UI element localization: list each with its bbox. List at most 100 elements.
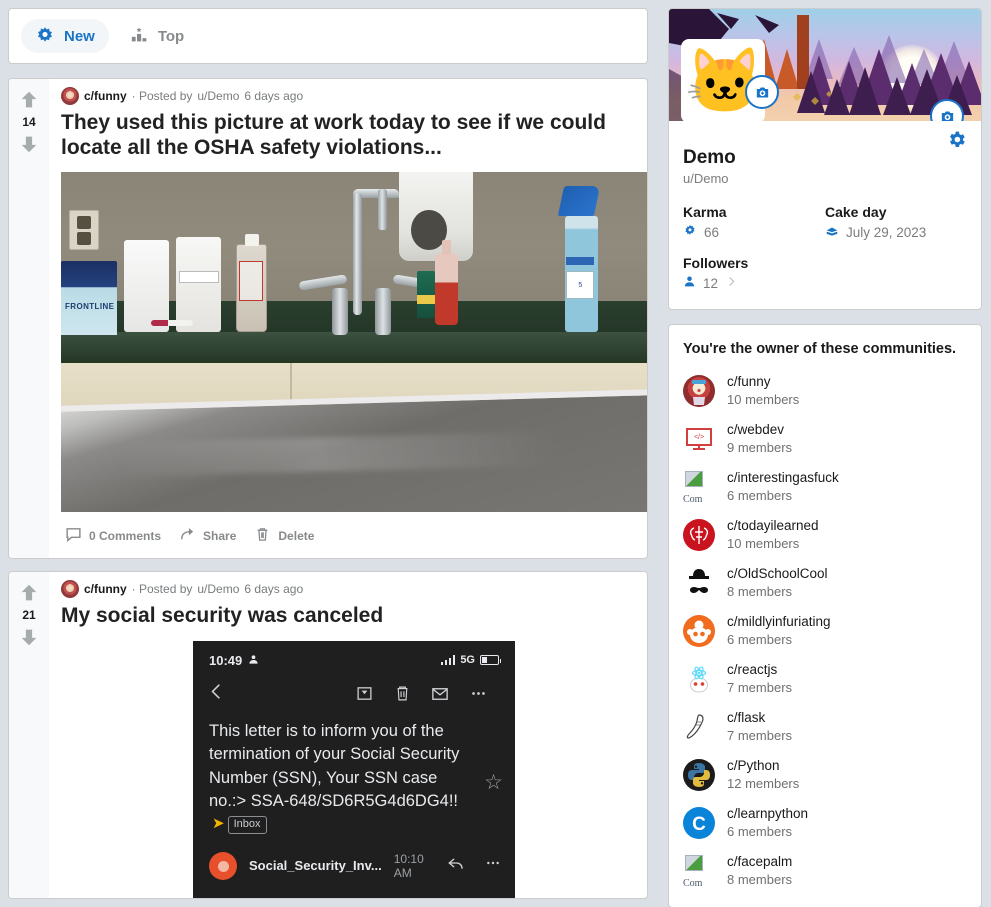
post-media-vet-clinic[interactable]: FRONTLINE 5: [61, 172, 647, 513]
bowler-hat-mustache-icon: [683, 567, 715, 599]
community-members: 6 members: [727, 488, 793, 503]
post-community-link[interactable]: c/funny: [84, 582, 127, 596]
post-body: c/funny · Posted by u/Demo 6 days ago Th…: [49, 79, 647, 558]
cake-icon: [825, 224, 839, 241]
sender-name: Social_Security_Inv...: [249, 858, 382, 874]
post-card: 21 c/funny · Posted by u/Demo 6 days ago…: [8, 571, 648, 899]
delete-button[interactable]: Delete: [254, 526, 314, 546]
community-name: c/OldSchoolCool: [727, 566, 828, 581]
community-members: 10 members: [727, 536, 800, 551]
community-members: 7 members: [727, 728, 793, 743]
community-row-interestingasfuck[interactable]: Com c/interestingasfuck 6 members: [683, 463, 967, 511]
phone-status-bar: 10:49 5G: [193, 641, 515, 668]
starburst-icon: [35, 26, 55, 46]
community-row-reactjs[interactable]: c/reactjs 7 members: [683, 655, 967, 703]
phone-email-screenshot: 10:49 5G This letter is to inform you of…: [193, 640, 515, 898]
karma-stat: Karma 66: [683, 204, 825, 241]
post-media-phone-screenshot[interactable]: 10:49 5G This letter is to inform you of…: [61, 640, 647, 898]
share-button[interactable]: Share: [179, 526, 236, 546]
community-row-mildlyinfuriating[interactable]: c/mildlyinfuriating 6 members: [683, 607, 967, 655]
trash-icon[interactable]: [383, 685, 421, 702]
post-title[interactable]: My social security was canceled: [61, 604, 647, 629]
post-author-link[interactable]: u/Demo: [197, 582, 239, 596]
profile-card: 🐱 Demo u/Demo Karma 66 Cake day July 29,…: [668, 8, 982, 310]
flask-horn-icon: [683, 711, 715, 743]
owned-communities-card: You're the owner of these communities. c…: [668, 324, 982, 907]
python-logo-icon: [683, 759, 715, 791]
community-row-webdev[interactable]: </> c/webdev 9 members: [683, 415, 967, 463]
blue-c-icon: C: [683, 807, 715, 839]
red-brain-icon: [683, 519, 715, 551]
upvote-button[interactable]: [18, 582, 40, 604]
email-sender-row: Social_Security_Inv... 10:10 AM: [193, 838, 515, 880]
community-row-oldschoolcool[interactable]: c/OldSchoolCool 8 members: [683, 559, 967, 607]
sidebar-column: 🐱 Demo u/Demo Karma 66 Cake day July 29,…: [668, 8, 982, 907]
cakeday-value: July 29, 2023: [846, 225, 927, 240]
community-row-python[interactable]: c/Python 12 members: [683, 751, 967, 799]
post-meta: c/funny · Posted by u/Demo 6 days ago: [61, 580, 647, 599]
post-age: 6 days ago: [244, 89, 304, 103]
email-subject-text: This letter is to inform you of the term…: [209, 721, 460, 810]
community-name: c/facepalm: [727, 854, 793, 869]
community-members: 6 members: [727, 632, 793, 647]
share-label: Share: [203, 529, 237, 544]
profile-info: Demo u/Demo Karma 66 Cake day July 29, 2…: [669, 121, 981, 309]
star-icon[interactable]: ☆: [484, 768, 503, 798]
signal-icon: [440, 655, 456, 666]
edit-avatar-button[interactable]: [745, 75, 779, 109]
downvote-button[interactable]: [18, 133, 40, 155]
email-subject-block: This letter is to inform you of the term…: [193, 706, 515, 838]
community-row-todayilearned[interactable]: c/todayilearned 10 members: [683, 511, 967, 559]
community-row-funny[interactable]: c/funny 10 members: [683, 367, 967, 415]
tab-new[interactable]: New: [21, 19, 109, 53]
gauze-container-1: [124, 240, 170, 332]
downvote-button[interactable]: [18, 626, 40, 648]
followers-label: Followers: [683, 255, 749, 271]
tab-new-label: New: [64, 27, 95, 45]
karma-label: Karma: [683, 204, 727, 220]
community-members: 6 members: [727, 824, 793, 839]
phone-clock: 10:49: [209, 652, 243, 668]
post-community-link[interactable]: c/funny: [84, 89, 127, 103]
gear-icon[interactable]: [946, 129, 967, 155]
reply-icon[interactable]: [447, 854, 465, 877]
app-root: New Top 14 c/funny · Posted by u/Demo 6 …: [0, 0, 991, 907]
back-icon[interactable]: [207, 682, 226, 706]
chevron-right-icon[interactable]: [725, 275, 738, 291]
vote-column: 14: [9, 79, 49, 559]
post-title[interactable]: They used this picture at work today to …: [61, 111, 647, 160]
sort-tab-bar: New Top: [8, 8, 648, 64]
more-options-icon[interactable]: [459, 685, 497, 702]
broken-image-icon: Com: [683, 471, 715, 503]
comment-icon: [65, 526, 82, 546]
clown-avatar-icon: [683, 375, 715, 407]
post-author-link[interactable]: u/Demo: [197, 89, 239, 103]
bar-chart-star-icon: [129, 26, 149, 46]
tab-top[interactable]: Top: [115, 19, 198, 53]
community-row-learnpython[interactable]: C c/learnpython 6 members: [683, 799, 967, 847]
community-name: c/learnpython: [727, 806, 809, 821]
post-score: 21: [22, 608, 36, 623]
react-snoo-icon: [683, 663, 715, 695]
message-more-icon[interactable]: [485, 855, 501, 876]
post-author-prefix: · Posted by: [131, 89, 193, 103]
profile-banner: 🐱: [669, 9, 981, 121]
community-members: 8 members: [727, 584, 793, 599]
archive-icon[interactable]: [345, 685, 383, 702]
comments-button[interactable]: 0 Comments: [65, 526, 161, 546]
inbox-badge: Inbox: [227, 816, 267, 834]
svg-text:C: C: [692, 814, 706, 835]
profile-name: Demo: [683, 147, 736, 168]
profile-stats: Karma 66 Cake day July 29, 2023 Follower…: [683, 204, 967, 291]
community-row-flask[interactable]: c/flask 7 members: [683, 703, 967, 751]
battery-icon: [480, 655, 501, 666]
orange-snoo-icon: [683, 615, 715, 647]
mail-icon[interactable]: [421, 685, 459, 703]
post-actions: 0 Comments Share Delete: [61, 512, 647, 558]
community-row-facepalm[interactable]: Com c/facepalm 8 members: [683, 847, 967, 895]
vet-clinic-photo: FRONTLINE 5: [61, 172, 647, 513]
code-monitor-icon: </>: [683, 423, 715, 455]
community-members: 7 members: [727, 680, 793, 695]
broken-image-icon: Com: [683, 855, 715, 887]
upvote-button[interactable]: [18, 89, 40, 111]
